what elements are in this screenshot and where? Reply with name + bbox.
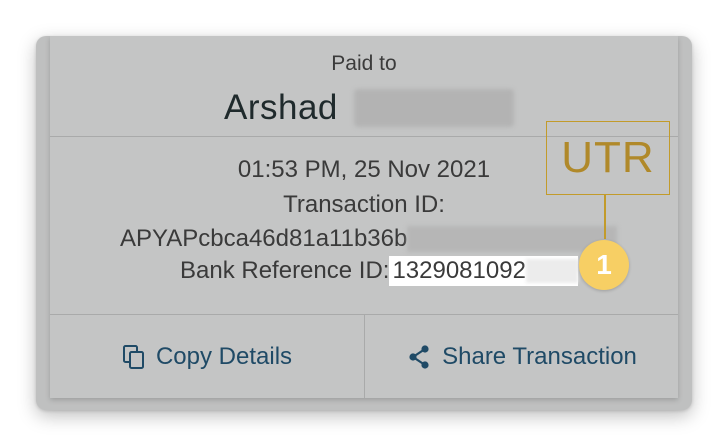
copy-icon xyxy=(122,344,144,369)
bank-reference-row: Bank Reference ID: 1329081092 xyxy=(180,256,578,286)
bank-reference-value-highlight: 1329081092 xyxy=(389,256,578,286)
share-transaction-label: Share Transaction xyxy=(442,342,637,370)
transaction-details-panel: Paid to Arshad 01:53 PM, 25 Nov 2021 Tra… xyxy=(50,36,678,398)
share-transaction-button[interactable]: Share Transaction xyxy=(365,315,678,398)
transaction-id-value: APYAPcbca46d81a11b36b xyxy=(120,225,408,252)
copy-details-label: Copy Details xyxy=(155,342,293,370)
step-marker-number: 1 xyxy=(596,249,612,280)
step-marker: 1 xyxy=(579,240,629,290)
bank-reference-value: 1329081092 xyxy=(392,257,526,284)
transaction-id-label: Transaction ID: xyxy=(283,191,445,218)
utr-callout: UTR xyxy=(546,121,670,195)
bank-reference-label: Bank Reference ID: xyxy=(180,257,390,284)
transaction-id-row: APYAPcbca46d81a11b36b xyxy=(120,224,618,254)
payee-name-redacted xyxy=(353,89,514,127)
transaction-card: Paid to Arshad 01:53 PM, 25 Nov 2021 Tra… xyxy=(36,36,692,410)
utr-connector-line xyxy=(604,195,606,239)
payee-name: Arshad xyxy=(224,88,338,127)
paid-to-label: Paid to xyxy=(331,52,397,75)
copy-details-button[interactable]: Copy Details xyxy=(50,315,364,398)
payee-row: Arshad xyxy=(224,86,514,130)
bank-reference-redacted xyxy=(525,259,578,283)
share-icon xyxy=(409,344,429,369)
utr-label: UTR xyxy=(561,133,655,182)
